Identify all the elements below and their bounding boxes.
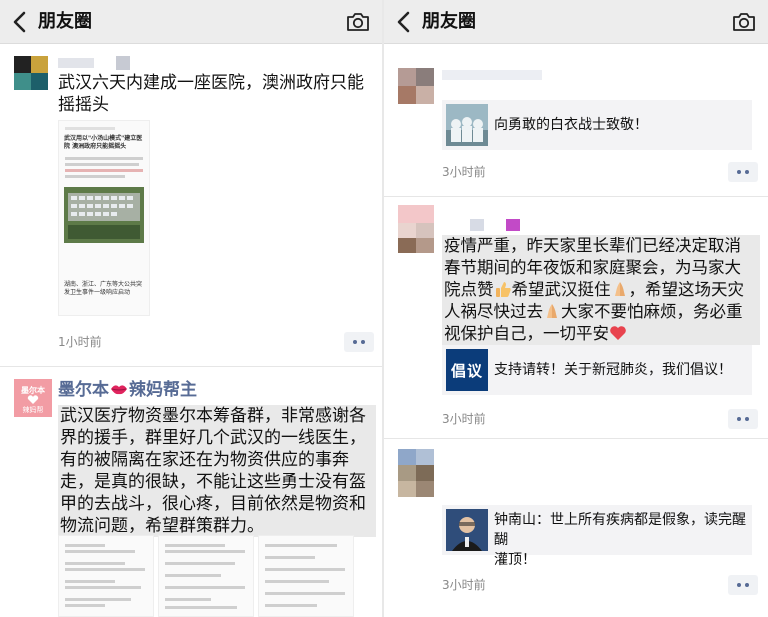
post-text-line: 视保护自己，一切平安 xyxy=(444,323,758,345)
text-segment: ，希望这场天灾 xyxy=(628,280,745,299)
post-text-line: 有的被隔离在家还在为物资供应的事奔 xyxy=(60,450,349,470)
post-text-line: 人祸尽快过去 大家不要怕麻烦，务必重 xyxy=(444,301,758,323)
avatar[interactable] xyxy=(398,68,434,104)
post-text-line: 春节期间的年夜饭和家庭聚会，为马家大 xyxy=(444,258,741,277)
post-text-line: 武汉六天内建成一座医院，澳洲政府只能 xyxy=(58,73,364,93)
left-screen: 朋友圈 武汉六天内建成一座医院，澳洲政府只能 摇摇头 武汉用以"小汤山模式"建立… xyxy=(0,0,384,617)
nickname-placeholder[interactable] xyxy=(470,219,484,231)
nickname-tail: 辣妈帮主 xyxy=(129,380,197,400)
screens: 朋友圈 武汉六天内建成一座医院，澳洲政府只能 摇摇头 武汉用以"小汤山模式"建立… xyxy=(0,0,768,617)
moment-post: 钟南山：世上所有疾病都是假象，读完醒醐 灌顶！ 3小时前 xyxy=(384,439,768,617)
nickname-placeholder xyxy=(506,219,520,231)
post-text: 疫情严重，昨天家里长辈们已经决定取消 春节期间的年夜饭和家庭聚会，为马家大 院点… xyxy=(442,235,760,345)
share-card[interactable]: 向勇敢的白衣战士致敬！ xyxy=(442,100,752,150)
heart-icon xyxy=(27,395,39,404)
more-options-button[interactable] xyxy=(728,575,758,595)
text-segment: 院点赞 xyxy=(444,280,494,299)
post-text-line: 摇摇头 xyxy=(58,95,109,115)
chevron-left-icon[interactable] xyxy=(9,9,33,35)
nickname-placeholder[interactable] xyxy=(442,70,542,80)
screenshot-caption: 湖南、浙江、广东等大公共突发卫生事件一级响应启动 xyxy=(64,281,143,296)
text-segment: 希望武汉挺住 xyxy=(511,280,611,299)
post-image[interactable] xyxy=(58,535,154,617)
moment-post: 墨尔本 辣妈帮 墨尔本 辣妈帮主 武汉医疗物资墨尔本筹备群，非常感谢各 界的援手，… xyxy=(0,367,382,617)
camera-icon[interactable] xyxy=(732,11,756,33)
nickname-main: 墨尔本 xyxy=(58,380,109,400)
nickname-placeholder[interactable] xyxy=(58,58,94,68)
moment-post: 疫情严重，昨天家里长辈们已经决定取消 春节期间的年夜饭和家庭聚会，为马家大 院点… xyxy=(384,197,768,435)
nav-bar: 朋友圈 xyxy=(0,0,382,44)
share-title-line: 灌顶！ xyxy=(494,552,536,568)
share-title-line: 钟南山：世上所有疾病都是假象，读完醒醐 xyxy=(494,512,746,548)
share-card[interactable]: 倡议 支持请转！关于新冠肺炎，我们倡议！ xyxy=(442,345,752,395)
screenshot-title: 武汉用以"小汤山模式"建立医院 澳洲政府只能摇摇头 xyxy=(64,135,143,150)
post-text: 武汉医疗物资墨尔本筹备群，非常感谢各 界的援手，群里好几个武汉的一线医生， 有的… xyxy=(58,405,376,537)
share-thumbnail xyxy=(446,104,488,146)
share-thumbnail-text: 倡议 xyxy=(450,362,483,380)
post-time: 3小时前 xyxy=(442,578,486,592)
text-segment: 视保护自己，一切平安 xyxy=(444,324,609,343)
right-screen: 朋友圈 向勇敢的白衣战士致敬！ 3小时前 疫情严重，昨天家里长辈们已经决定取消 … xyxy=(384,0,768,617)
share-thumbnail xyxy=(446,509,488,551)
chevron-left-icon[interactable] xyxy=(393,9,417,35)
praying-hands-icon xyxy=(614,282,625,296)
post-time: 3小时前 xyxy=(442,412,486,426)
lips-icon xyxy=(111,385,127,395)
post-text-line: 院点赞 希望武汉挺住 ，希望这场天灾 xyxy=(444,279,758,301)
post-image[interactable]: 武汉用以"小汤山模式"建立医院 澳洲政府只能摇摇头 湖南、浙江、广东等大公共突发… xyxy=(58,120,150,316)
post-image[interactable] xyxy=(158,535,254,617)
post-text-line: 武汉医疗物资墨尔本筹备群，非常感谢各 xyxy=(60,406,366,426)
aerial-photo xyxy=(64,187,144,243)
post-text: 武汉六天内建成一座医院，澳洲政府只能 摇摇头 xyxy=(58,72,374,116)
post-text-line: 界的援手，群里好几个武汉的一线医生， xyxy=(60,428,366,448)
post-text-line: 疫情严重，昨天家里长辈们已经决定取消 xyxy=(444,236,741,255)
share-title: 向勇敢的白衣战士致敬！ xyxy=(494,117,648,133)
page-title: 朋友圈 xyxy=(422,11,476,32)
post-time: 3小时前 xyxy=(442,165,486,179)
post-text-line: 走，是真的很缺，不能让这些勇士没有盔 xyxy=(60,472,366,492)
post-text-line: 物流问题，希望群策群力。 xyxy=(60,516,264,536)
avatar[interactable] xyxy=(398,449,434,497)
share-card[interactable]: 钟南山：世上所有疾病都是假象，读完醒醐 灌顶！ xyxy=(442,505,752,568)
more-options-button[interactable] xyxy=(344,332,374,352)
camera-icon[interactable] xyxy=(346,11,370,33)
post-image[interactable] xyxy=(258,535,354,617)
avatar[interactable] xyxy=(398,205,434,253)
heart-icon xyxy=(610,326,626,340)
page-title: 朋友圈 xyxy=(38,11,92,32)
nav-bar: 朋友圈 xyxy=(384,0,768,44)
share-title: 钟南山：世上所有疾病都是假象，读完醒醐 灌顶！ xyxy=(494,510,752,570)
praying-hands-icon xyxy=(547,304,557,318)
nickname[interactable]: 墨尔本 辣妈帮主 xyxy=(58,379,197,401)
more-options-button[interactable] xyxy=(728,409,758,429)
avatar[interactable]: 墨尔本 辣妈帮 xyxy=(14,379,52,417)
nickname-placeholder xyxy=(116,56,130,70)
share-thumbnail: 倡议 xyxy=(446,349,488,391)
text-segment: 大家不要怕麻烦，务必重 xyxy=(561,302,743,321)
avatar[interactable] xyxy=(14,56,48,90)
moment-post: 武汉六天内建成一座医院，澳洲政府只能 摇摇头 武汉用以"小汤山模式"建立医院 澳… xyxy=(0,44,382,364)
post-time: 1小时前 xyxy=(58,335,102,349)
text-segment: 人祸尽快过去 xyxy=(444,302,543,321)
avatar-label: 辣妈帮 xyxy=(22,406,44,414)
moment-post: 向勇敢的白衣战士致敬！ 3小时前 xyxy=(384,44,768,190)
thumbs-up-icon xyxy=(495,282,511,297)
post-text-line: 甲的去战斗，很心疼，目前依然是物资和 xyxy=(60,494,366,514)
more-options-button[interactable] xyxy=(728,162,758,182)
share-title: 支持请转！关于新冠肺炎，我们倡议！ xyxy=(494,362,732,378)
